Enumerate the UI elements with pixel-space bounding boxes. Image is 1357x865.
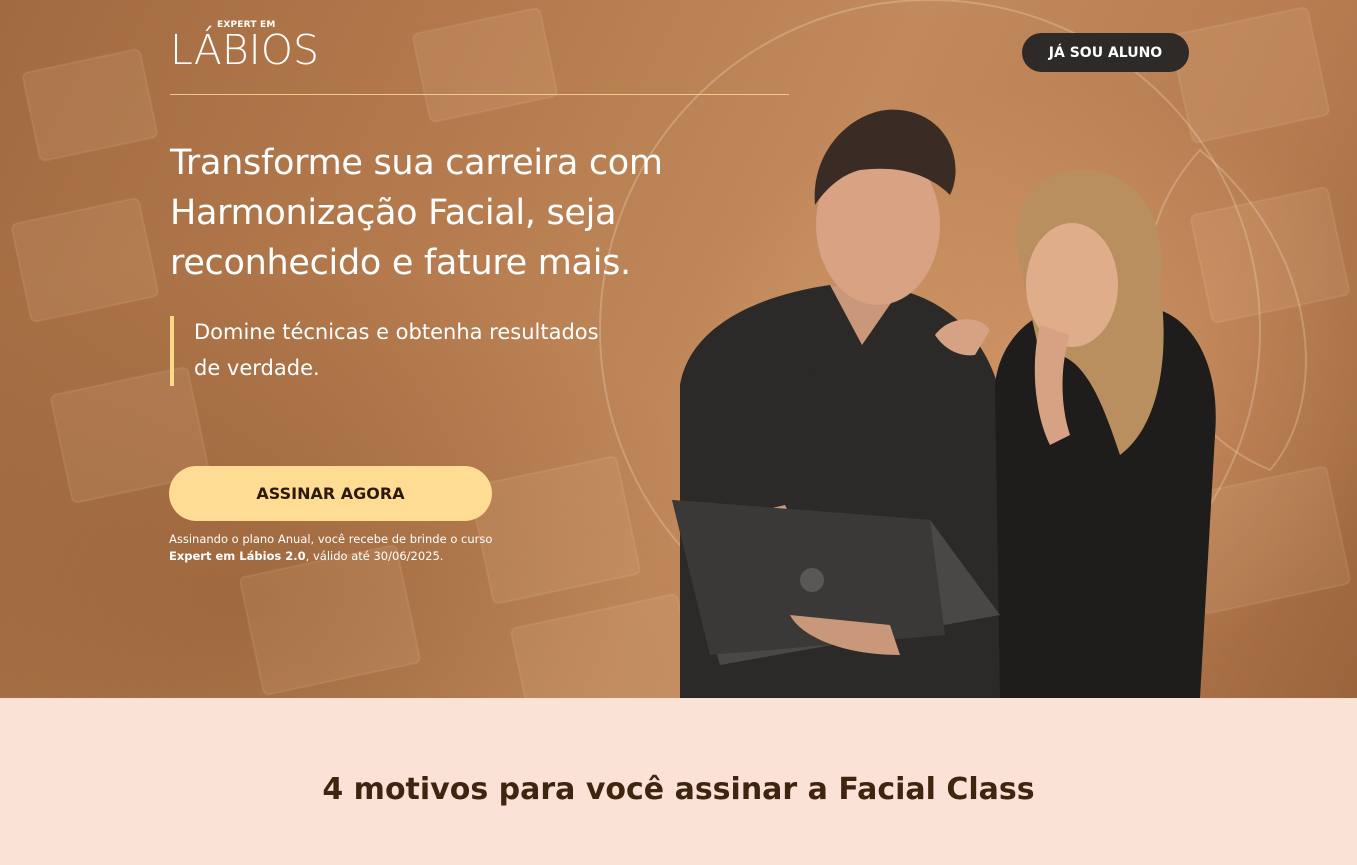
bonus-notice: Assinando o plano Anual, você recebe de … — [169, 531, 509, 565]
student-login-button[interactable]: JÁ SOU ALUNO — [1022, 33, 1189, 72]
brand-logo[interactable]: EXPERT EM LÁBIOS — [170, 20, 320, 72]
reasons-title: 4 motivos para você assinar a Facial Cla… — [322, 772, 1035, 807]
hero-photo — [672, 109, 1216, 698]
logo-title: LÁBIOS — [170, 26, 320, 74]
bonus-course-name: Expert em Lábios 2.0 — [169, 549, 306, 563]
subline-accent-bar — [170, 316, 174, 386]
subscribe-now-button[interactable]: ASSINAR AGORA — [169, 466, 492, 521]
bonus-text-end: , válido até 30/06/2025. — [305, 549, 444, 563]
hero-section: EXPERT EM LÁBIOS JÁ SOU ALUNO Transforme… — [0, 0, 1357, 698]
hero-subline: Domine técnicas e obtenha resultados de … — [194, 320, 599, 380]
reasons-section: 4 motivos para você assinar a Facial Cla… — [0, 698, 1357, 865]
bonus-text-start: Assinando o plano Anual, você recebe de … — [169, 532, 493, 546]
